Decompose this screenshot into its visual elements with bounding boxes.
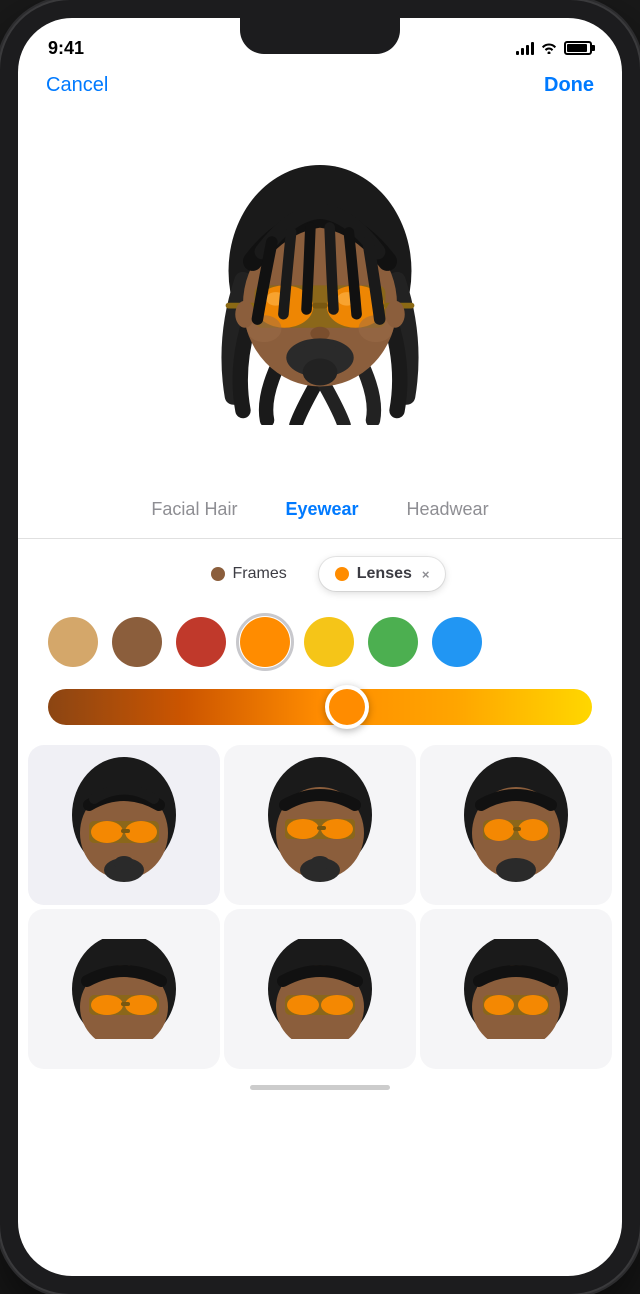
lenses-dot: [335, 567, 349, 581]
color-slider-container: [38, 677, 602, 741]
swatch-yellow[interactable]: [304, 617, 354, 667]
memoji-option-6[interactable]: [420, 909, 612, 1069]
swatch-brown[interactable]: [112, 617, 162, 667]
lenses-label: Lenses: [357, 565, 412, 583]
tab-eyewear[interactable]: Eyewear: [261, 495, 382, 524]
category-tabs: Facial Hair Eyewear Headwear: [18, 485, 622, 539]
frames-label: Frames: [233, 565, 287, 583]
swatch-beige[interactable]: [48, 617, 98, 667]
phone-screen: 9:41 Cancel Do: [18, 18, 622, 1276]
memoji-grid: [18, 741, 622, 1073]
battery-icon: [564, 41, 592, 55]
memoji-option-4[interactable]: [28, 909, 220, 1069]
cancel-button[interactable]: Cancel: [46, 74, 108, 97]
frames-dot: [211, 567, 225, 581]
swatch-orange[interactable]: [240, 617, 290, 667]
done-button[interactable]: Done: [544, 74, 594, 97]
notch: [240, 18, 400, 54]
avatar-memoji: [200, 165, 440, 425]
color-slider-thumb[interactable]: [325, 685, 369, 729]
memoji-option-5[interactable]: [224, 909, 416, 1069]
swatch-blue[interactable]: [432, 617, 482, 667]
lenses-close-icon[interactable]: ×: [422, 567, 430, 582]
home-indicator: [18, 1073, 622, 1101]
memoji-option-2[interactable]: [224, 745, 416, 905]
swatch-green[interactable]: [368, 617, 418, 667]
memoji-option-3[interactable]: [420, 745, 612, 905]
status-time: 9:41: [48, 38, 84, 59]
color-slider-track[interactable]: [48, 689, 592, 725]
color-swatches: [38, 607, 602, 677]
home-bar: [250, 1085, 390, 1090]
phone-frame: 9:41 Cancel Do: [0, 0, 640, 1294]
custom-panel: Frames Lenses ×: [18, 539, 622, 741]
slider-thumb-color: [329, 689, 365, 725]
nav-bar: Cancel Done: [18, 70, 622, 105]
frames-pill[interactable]: Frames: [195, 557, 303, 591]
status-icons: [516, 40, 592, 57]
wifi-icon: [540, 40, 558, 57]
swatch-red[interactable]: [176, 617, 226, 667]
signal-icon: [516, 41, 534, 55]
lenses-pill[interactable]: Lenses ×: [319, 557, 446, 591]
tab-headwear[interactable]: Headwear: [383, 495, 513, 524]
filter-pills: Frames Lenses ×: [38, 557, 602, 591]
avatar-preview-area: [18, 105, 622, 485]
memoji-option-1[interactable]: [28, 745, 220, 905]
tab-facial-hair[interactable]: Facial Hair: [127, 495, 261, 524]
